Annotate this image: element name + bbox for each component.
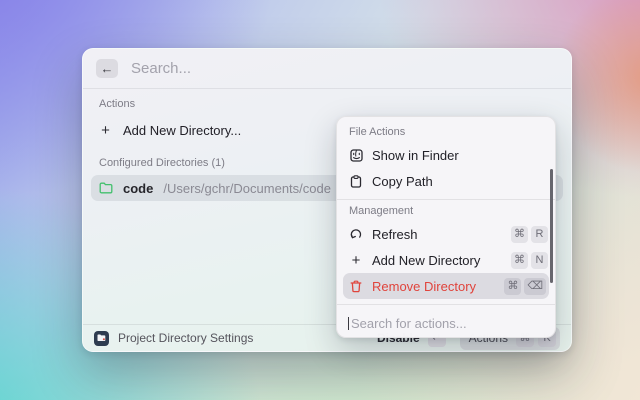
plus-icon: + — [349, 252, 363, 269]
menu-item-label: Remove Directory — [372, 279, 476, 294]
shortcut-keys: ⌘ N — [511, 252, 548, 269]
directory-name: code — [123, 181, 153, 196]
shortcut-keys: ⌘ ⌫ — [504, 278, 546, 295]
menu-item-refresh[interactable]: Refresh ⌘ R — [337, 221, 555, 247]
menu-scrollbar[interactable] — [550, 169, 553, 283]
actions-section-label: Actions — [83, 98, 571, 110]
main-search-input[interactable]: Search... — [131, 60, 191, 77]
back-arrow-icon: ← — [101, 62, 114, 75]
actions-search-placeholder: Search for actions... — [351, 316, 467, 331]
desktop-background: ← Search... Actions + Add New Directory.… — [0, 0, 640, 400]
command-key-icon: ⌘ — [511, 226, 528, 243]
n-key-icon: N — [531, 252, 548, 269]
menu-item-copy-path[interactable]: Copy Path — [337, 168, 555, 194]
finder-icon — [349, 149, 363, 162]
file-actions-group-label: File Actions — [337, 126, 555, 138]
r-key-icon: R — [531, 226, 548, 243]
text-cursor — [348, 317, 349, 330]
menu-divider — [337, 304, 555, 305]
shortcut-keys: ⌘ R — [511, 226, 548, 243]
actions-context-menu: File Actions Show in Finder Copy Path Ma… — [336, 116, 556, 338]
menu-item-show-in-finder[interactable]: Show in Finder — [337, 142, 555, 168]
extension-app-icon — [94, 331, 109, 346]
menu-item-label: Copy Path — [372, 174, 433, 189]
folder-icon — [99, 182, 113, 194]
menu-item-label: Show in Finder — [372, 148, 459, 163]
command-key-icon: ⌘ — [504, 278, 521, 295]
list-item-label: Add New Directory... — [123, 123, 241, 138]
window-header: ← Search... — [83, 49, 571, 89]
backspace-key-icon: ⌫ — [524, 278, 546, 295]
management-group-label: Management — [337, 205, 555, 217]
menu-item-label: Add New Directory — [372, 253, 480, 268]
plus-icon: + — [99, 122, 112, 139]
clipboard-icon — [349, 175, 363, 188]
menu-item-remove-directory[interactable]: Remove Directory ⌘ ⌫ — [343, 273, 549, 299]
refresh-icon — [349, 228, 363, 241]
trash-icon — [349, 280, 363, 293]
menu-item-add-new-directory[interactable]: + Add New Directory ⌘ N — [337, 247, 555, 273]
menu-divider — [337, 199, 555, 200]
back-button[interactable]: ← — [96, 59, 118, 78]
extension-title: Project Directory Settings — [118, 331, 253, 345]
directory-path: /Users/gchr/Documents/code — [163, 181, 331, 196]
menu-item-label: Refresh — [372, 227, 418, 242]
actions-search-input[interactable]: Search for actions... — [337, 310, 555, 337]
command-key-icon: ⌘ — [511, 252, 528, 269]
